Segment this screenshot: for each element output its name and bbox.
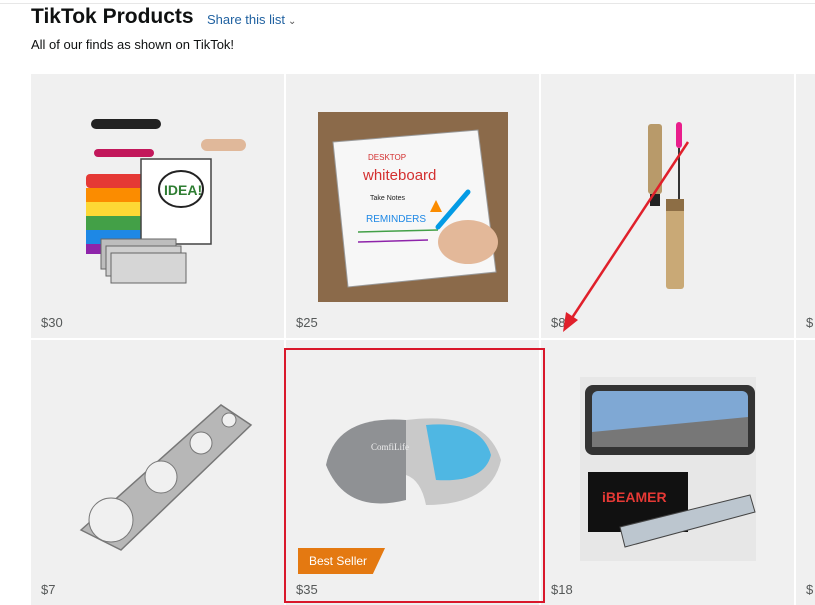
product-card[interactable]: $8 [541,74,794,338]
product-image-pasta-measure [79,404,253,551]
product-price: $ [806,315,814,330]
product-price: $8 [551,315,566,330]
product-price: $30 [41,315,63,330]
whiteboard-graphic: DESKTOP whiteboard Take Notes REMINDERS [332,129,498,288]
page-title: TikTok Products [31,5,194,28]
product-card[interactable]: $ [796,340,815,605]
product-card[interactable]: $7 [31,340,284,605]
product-price: $25 [296,315,318,330]
share-list-link[interactable]: Share this list ⌄ [207,12,296,27]
mirror-graphic: iBEAMER [585,385,756,548]
chevron-down-icon: ⌄ [288,16,297,27]
product-image-whiteboard: DESKTOP whiteboard Take Notes REMINDERS [318,112,508,302]
whiteboard-notes-text: Take Notes [370,195,406,202]
product-image-mascara [648,122,684,289]
product-image-notebook: IDEA! [86,119,246,284]
product-card[interactable]: $ [796,74,815,338]
product-card[interactable]: IDEA! $30 [31,74,284,338]
product-image-mirror: iBEAMER [580,377,756,561]
best-seller-badge: Best Seller [298,548,386,574]
product-price: $7 [41,582,56,597]
product-price: $35 [296,582,318,597]
mirror-brand: iBEAMER [602,489,667,505]
product-card[interactable]: iBEAMER $18 [541,340,794,605]
page-subtitle: All of our finds as shown on TikTok! [31,37,235,52]
product-card[interactable]: ComfiLife Best Seller $35 [286,340,539,605]
product-card[interactable]: DESKTOP whiteboard Take Notes REMINDERS … [286,74,539,338]
whiteboard-main-text: whiteboard [362,167,436,184]
whiteboard-top-text: DESKTOP [368,153,406,162]
product-price: $ [806,582,814,597]
product-image-seat-cushion: ComfiLife [326,418,501,505]
cushion-brand: ComfiLife [371,442,409,452]
share-list-label: Share this list [207,12,286,27]
whiteboard-reminders-text: REMINDERS [366,214,426,225]
product-price: $18 [551,582,573,597]
top-divider [0,3,815,4]
svg-text:IDEA!: IDEA! [164,182,202,198]
